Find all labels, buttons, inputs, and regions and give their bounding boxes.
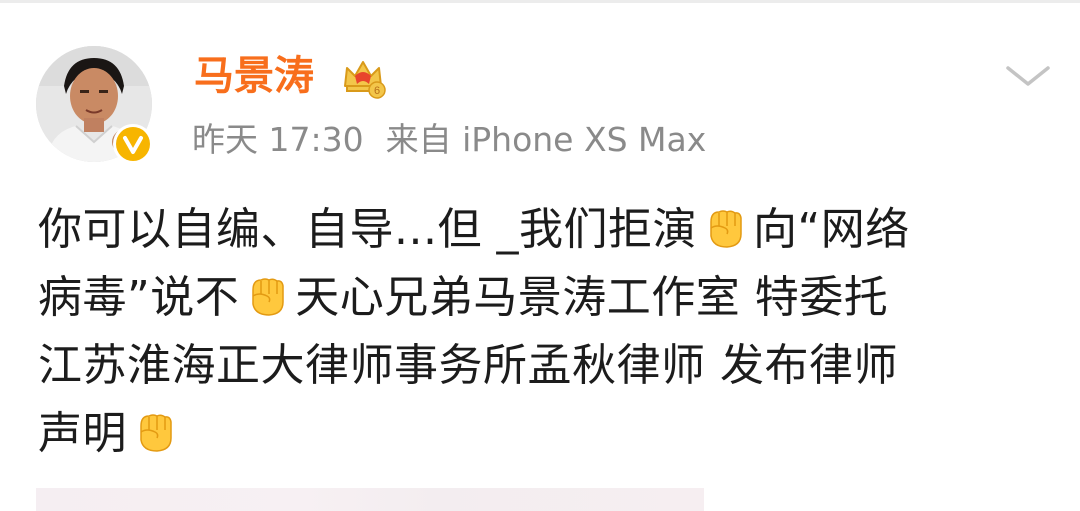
post-text-segment: 江苏淮海正大律师事务所孟秋律师 发布律师: [38, 340, 898, 391]
post-text-segment: 你可以自编、自导...但 _我们拒演: [38, 204, 697, 255]
more-options-button[interactable]: [998, 48, 1058, 104]
post-text-segment: 天心兄弟马景涛工作室 特委托: [295, 272, 889, 323]
post-text-line: 江苏淮海正大律师事务所孟秋律师 发布律师: [38, 332, 1048, 400]
post-meta: 昨天 17:30 来自 iPhone XS Max: [192, 118, 706, 162]
post-text-segment: 向“网络: [752, 204, 910, 255]
post-time: 昨天 17:30: [192, 120, 364, 159]
raised-fist-icon: [129, 404, 181, 456]
post-source[interactable]: 来自 iPhone XS Max: [386, 118, 707, 162]
raised-fist-icon: [699, 200, 751, 252]
verified-icon: [113, 124, 153, 164]
post-text-line: 声明: [38, 400, 1048, 468]
post-text-segment: 声明: [38, 408, 127, 459]
image-preview[interactable]: [36, 488, 704, 511]
post-text-line: 病毒”说不 天心兄弟马景涛工作室 特委托: [38, 264, 1048, 332]
post-text-segment: 病毒”说不: [38, 272, 240, 323]
raised-fist-icon: [241, 268, 293, 320]
weibo-post: 马景涛 6 昨天 17:30 来自 iPhone XS Max 你可以自编、自导.…: [0, 0, 1080, 511]
vip-crown-icon[interactable]: 6: [340, 54, 386, 100]
user-name[interactable]: 马景涛: [194, 50, 314, 102]
post-text: 你可以自编、自导...但 _我们拒演 向“网络病毒”说不 天心兄弟马景涛工作室 特委…: [38, 196, 1048, 468]
post-text-line: 你可以自编、自导...但 _我们拒演 向“网络: [38, 196, 1048, 264]
vip-level: 6: [374, 85, 380, 97]
chevron-down-icon: [1006, 66, 1050, 86]
